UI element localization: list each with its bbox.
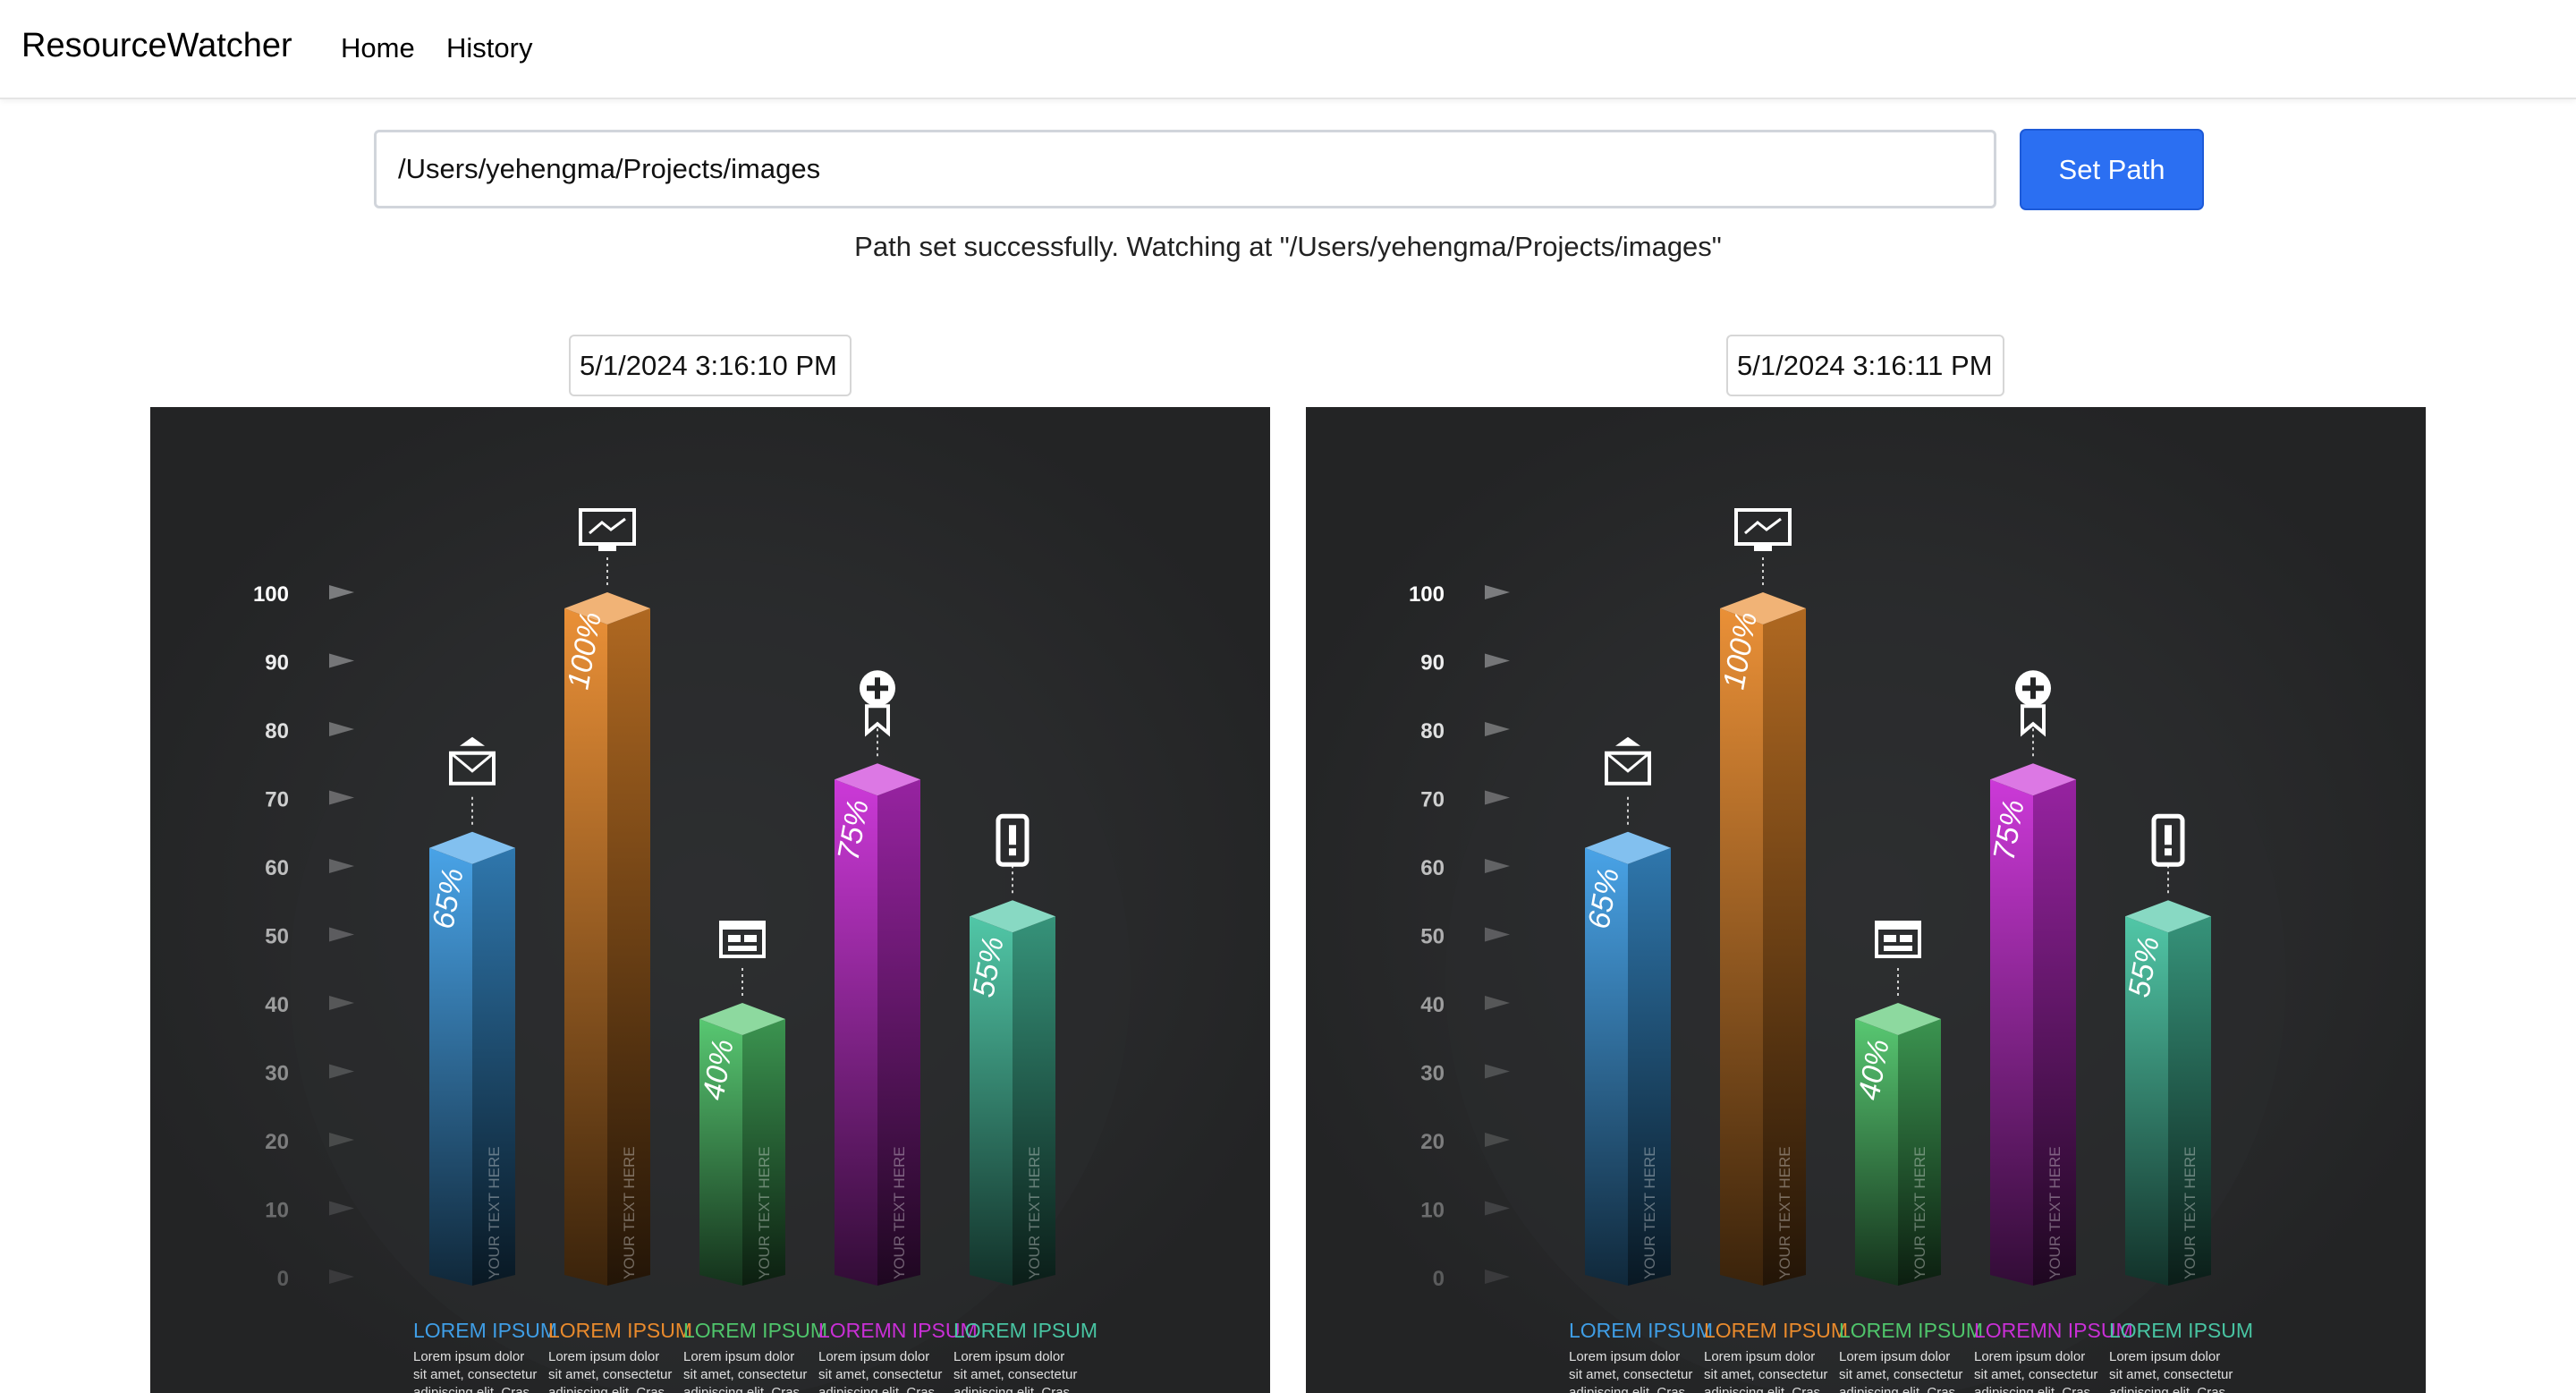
snapshot-image-right: 100 90 80 70 60 50 40 30 20 10 0 65% YOUR TEXT HERE L…: [1306, 407, 2426, 1393]
y-tick-label: 50: [1420, 925, 1445, 949]
path-input[interactable]: [374, 130, 1996, 208]
category-description: Lorem ipsum dolor: [1704, 1349, 1815, 1364]
category-description: adipiscing elit. Cras: [413, 1385, 530, 1393]
y-tick-label: 60: [1420, 856, 1445, 880]
category-description: adipiscing elit. Cras: [1704, 1385, 1820, 1393]
y-tick-label: 90: [1420, 651, 1445, 675]
category-description: sit amet, consectetur: [818, 1367, 942, 1382]
bar-left-face: [564, 608, 607, 1286]
category-label: LOREM IPSUM: [548, 1319, 692, 1342]
bar-caption: YOUR TEXT HERE: [1026, 1146, 1043, 1279]
y-tick-label: 100: [253, 582, 289, 607]
bar-left-face: [1720, 608, 1763, 1286]
category-description: Lorem ipsum dolor: [413, 1349, 524, 1364]
category-label: LOREM IPSUM: [683, 1319, 827, 1342]
snapshot-timestamp-right: 5/1/2024 3:16:11 PM: [1726, 335, 2004, 396]
category-label: LOREM IPSUM: [413, 1319, 557, 1342]
y-tick-label: 90: [265, 651, 289, 675]
bar-caption: YOUR TEXT HERE: [891, 1146, 908, 1279]
y-tick-label: 10: [265, 1199, 289, 1223]
y-tick-label: 0: [277, 1267, 289, 1291]
category-description: Lorem ipsum dolor: [818, 1349, 929, 1364]
y-tick-label: 30: [265, 1062, 289, 1086]
category-description: adipiscing elit. Cras: [2109, 1385, 2225, 1393]
category-description: adipiscing elit. Cras: [1839, 1385, 1955, 1393]
category-label: LOREM IPSUM: [1839, 1319, 1983, 1342]
category-description: Lorem ipsum dolor: [1569, 1349, 1680, 1364]
category-description: sit amet, consectetur: [953, 1367, 1077, 1382]
y-tick-label: 20: [1420, 1130, 1445, 1154]
category-description: Lorem ipsum dolor: [548, 1349, 659, 1364]
y-tick-label: 100: [1409, 582, 1445, 607]
y-tick-label: 50: [265, 925, 289, 949]
category-description: sit amet, consectetur: [1839, 1367, 1962, 1382]
bar-caption: YOUR TEXT HERE: [1641, 1146, 1658, 1279]
bar-caption: YOUR TEXT HERE: [756, 1146, 773, 1279]
y-tick-label: 40: [265, 993, 289, 1017]
set-path-button[interactable]: Set Path: [2020, 129, 2204, 210]
category-description: Lorem ipsum dolor: [1839, 1349, 1950, 1364]
category-description: sit amet, consectetur: [2109, 1367, 2233, 1382]
bar-caption: YOUR TEXT HERE: [2182, 1146, 2199, 1279]
category-description: Lorem ipsum dolor: [1974, 1349, 2085, 1364]
y-tick-label: 40: [1420, 993, 1445, 1017]
y-tick-label: 30: [1420, 1062, 1445, 1086]
category-label: LOREM IPSUM: [1569, 1319, 1713, 1342]
brand-title[interactable]: ResourceWatcher: [21, 27, 292, 65]
category-description: sit amet, consectetur: [548, 1367, 672, 1382]
chart-svg-right: 100908070605040302010065%YOUR TEXT HEREL…: [1306, 407, 2426, 1393]
category-description: Lorem ipsum dolor: [683, 1349, 794, 1364]
category-description: adipiscing elit. Cras: [953, 1385, 1070, 1393]
y-tick-label: 10: [1420, 1199, 1445, 1223]
status-message: Path set successfully. Watching at "/Use…: [854, 231, 1722, 262]
bar-caption: YOUR TEXT HERE: [1911, 1146, 1928, 1279]
category-label: LOREM IPSUM: [2109, 1319, 2253, 1342]
category-label: LOREM IPSUM: [1704, 1319, 1848, 1342]
category-description: Lorem ipsum dolor: [953, 1349, 1064, 1364]
y-tick-label: 80: [1420, 719, 1445, 743]
category-description: adipiscing elit. Cras: [1974, 1385, 2090, 1393]
y-tick-label: 0: [1433, 1267, 1445, 1291]
category-description: sit amet, consectetur: [1569, 1367, 1692, 1382]
category-description: Lorem ipsum dolor: [2109, 1349, 2220, 1364]
category-description: adipiscing elit. Cras: [548, 1385, 665, 1393]
nav-home-link[interactable]: Home: [341, 32, 415, 64]
snapshot-image-left: 100 90 80 70 60 50 40 30 20 10 0 65% YOUR TEXT HERE L…: [150, 407, 1270, 1393]
y-tick-label: 70: [265, 788, 289, 812]
category-description: sit amet, consectetur: [413, 1367, 537, 1382]
snapshot-timestamp-left: 5/1/2024 3:16:10 PM: [569, 335, 852, 396]
category-description: adipiscing elit. Cras: [1569, 1385, 1685, 1393]
bar-caption: YOUR TEXT HERE: [486, 1146, 503, 1279]
nav-history-link[interactable]: History: [446, 32, 532, 64]
bar-caption: YOUR TEXT HERE: [2046, 1146, 2063, 1279]
category-description: adipiscing elit. Cras: [818, 1385, 935, 1393]
chart-svg-left: 100908070605040302010065%YOUR TEXT HEREL…: [150, 407, 1270, 1393]
category-description: adipiscing elit. Cras: [683, 1385, 800, 1393]
bar-caption: YOUR TEXT HERE: [621, 1146, 638, 1279]
category-description: sit amet, consectetur: [1974, 1367, 2097, 1382]
navbar: ResourceWatcher Home History: [0, 0, 2576, 99]
y-tick-label: 60: [265, 856, 289, 880]
y-tick-label: 70: [1420, 788, 1445, 812]
category-label: LOREM IPSUM: [953, 1319, 1097, 1342]
y-tick-label: 80: [265, 719, 289, 743]
bar-caption: YOUR TEXT HERE: [1776, 1146, 1793, 1279]
y-tick-label: 20: [265, 1130, 289, 1154]
category-description: sit amet, consectetur: [683, 1367, 807, 1382]
category-description: sit amet, consectetur: [1704, 1367, 1827, 1382]
